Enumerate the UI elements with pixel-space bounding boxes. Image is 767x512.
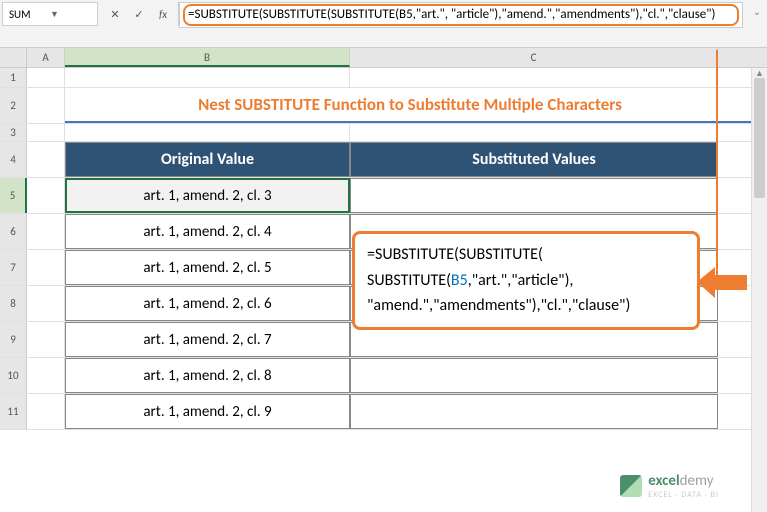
cell-c3[interactable] [350,124,718,141]
cell-a3[interactable] [27,124,65,141]
row-header-5[interactable]: 5 [0,178,27,213]
cell-c1[interactable] [350,68,718,87]
cell-reference: B5 [451,271,468,290]
watermark-text-block: exceldemy EXCEL · DATA · BI [648,472,719,500]
cell-b10[interactable]: art. 1, amend. 2, cl. 8 [65,358,350,393]
watermark: exceldemy EXCEL · DATA · BI [620,472,719,500]
row-header-7[interactable]: 7 [0,250,27,285]
watermark-tagline: EXCEL · DATA · BI [648,490,719,500]
formula-bar: SUM ▼ ✕ ✓ fx =SUBSTITUTE(SUBSTITUTE(SUBS… [0,0,767,48]
inline-formula-line1: =SUBSTITUTE(SUBSTITUTE( [367,242,685,268]
row-11: 11 art. 1, amend. 2, cl. 9 [0,394,767,430]
scrollbar-thumb[interactable] [754,78,765,198]
cell-a6[interactable] [27,214,65,249]
row-header-2[interactable]: 2 [0,88,27,123]
cell-b9[interactable]: art. 1, amend. 2, cl. 7 [65,322,350,357]
cell-c5[interactable] [350,178,718,213]
select-all-corner[interactable] [0,48,27,67]
header-substituted-values[interactable]: Substituted Values [350,142,718,177]
col-header-a[interactable]: A [27,48,65,67]
col-header-c[interactable]: C [350,48,718,67]
row-header-4[interactable]: 4 [0,142,27,177]
formula-bar-expand-icon[interactable]: ⌄ [747,0,767,18]
col-header-b[interactable]: B [65,48,350,67]
row-2: 2 Nest SUBSTITUTE Function to Substitute… [0,88,767,124]
row-header-6[interactable]: 6 [0,214,27,249]
arrow-callout-icon [697,265,747,300]
cell-c11[interactable] [350,394,718,429]
cell-b3[interactable] [65,124,350,141]
cell-b7[interactable]: art. 1, amend. 2, cl. 5 [65,250,350,285]
inline-formula-line2: SUBSTITUTE(B5,"art.","article"), [367,268,685,294]
cell-a1[interactable] [27,68,65,87]
cell-c10[interactable] [350,358,718,393]
callout-connector-line [716,50,718,282]
inline-formula-line3: "amend.","amendments"),"cl.","clause") [367,293,685,319]
cell-a5[interactable] [27,178,65,213]
cell-a2[interactable] [27,88,65,123]
cell-b5-value: art. 1, amend. 2, cl. 3 [143,187,271,205]
row-1: 1 [0,68,767,88]
formula-bar-controls: ✕ ✓ fx [100,2,179,26]
row-5: 5 art. 1, amend. 2, cl. 3 [0,178,767,214]
name-box-dropdown-icon[interactable]: ▼ [47,9,91,20]
row-header-11[interactable]: 11 [0,394,27,429]
cell-a11[interactable] [27,394,65,429]
column-headers: A B C [0,48,767,68]
row-header-3[interactable]: 3 [0,124,27,141]
name-box[interactable]: SUM ▼ [2,2,98,26]
watermark-brand: exceldemy [648,472,719,490]
cell-b1[interactable] [65,68,350,87]
cell-b6[interactable]: art. 1, amend. 2, cl. 4 [65,214,350,249]
row-header-8[interactable]: 8 [0,286,27,321]
formula-input[interactable]: =SUBSTITUTE(SUBSTITUTE(SUBSTITUTE(B5,"ar… [179,2,743,28]
vertical-scrollbar[interactable]: ▲ [751,68,767,512]
cell-a9[interactable] [27,322,65,357]
cancel-icon[interactable]: ✕ [108,7,122,21]
row-3: 3 [0,124,767,142]
name-box-value: SUM [9,8,47,21]
cell-a4[interactable] [27,142,65,177]
header-original-value[interactable]: Original Value [65,142,350,177]
inline-formula-callout: =SUBSTITUTE(SUBSTITUTE( SUBSTITUTE(B5,"a… [352,231,700,330]
row-4: 4 Original Value Substituted Values [0,142,767,178]
cell-a8[interactable] [27,286,65,321]
formula-text: =SUBSTITUTE(SUBSTITUTE(SUBSTITUTE(B5,"ar… [188,7,715,22]
cell-a10[interactable] [27,358,65,393]
confirm-icon[interactable]: ✓ [132,7,146,21]
row-header-1[interactable]: 1 [0,68,27,87]
row-10: 10 art. 1, amend. 2, cl. 8 [0,358,767,394]
cell-a7[interactable] [27,250,65,285]
cell-b5[interactable]: art. 1, amend. 2, cl. 3 [65,178,350,213]
watermark-logo-icon [620,475,642,497]
fx-icon[interactable]: fx [156,7,170,21]
cell-b11[interactable]: art. 1, amend. 2, cl. 9 [65,394,350,429]
row-header-9[interactable]: 9 [0,322,27,357]
cell-b8[interactable]: art. 1, amend. 2, cl. 6 [65,286,350,321]
row-header-10[interactable]: 10 [0,358,27,393]
title-cell[interactable]: Nest SUBSTITUTE Function to Substitute M… [65,88,756,123]
